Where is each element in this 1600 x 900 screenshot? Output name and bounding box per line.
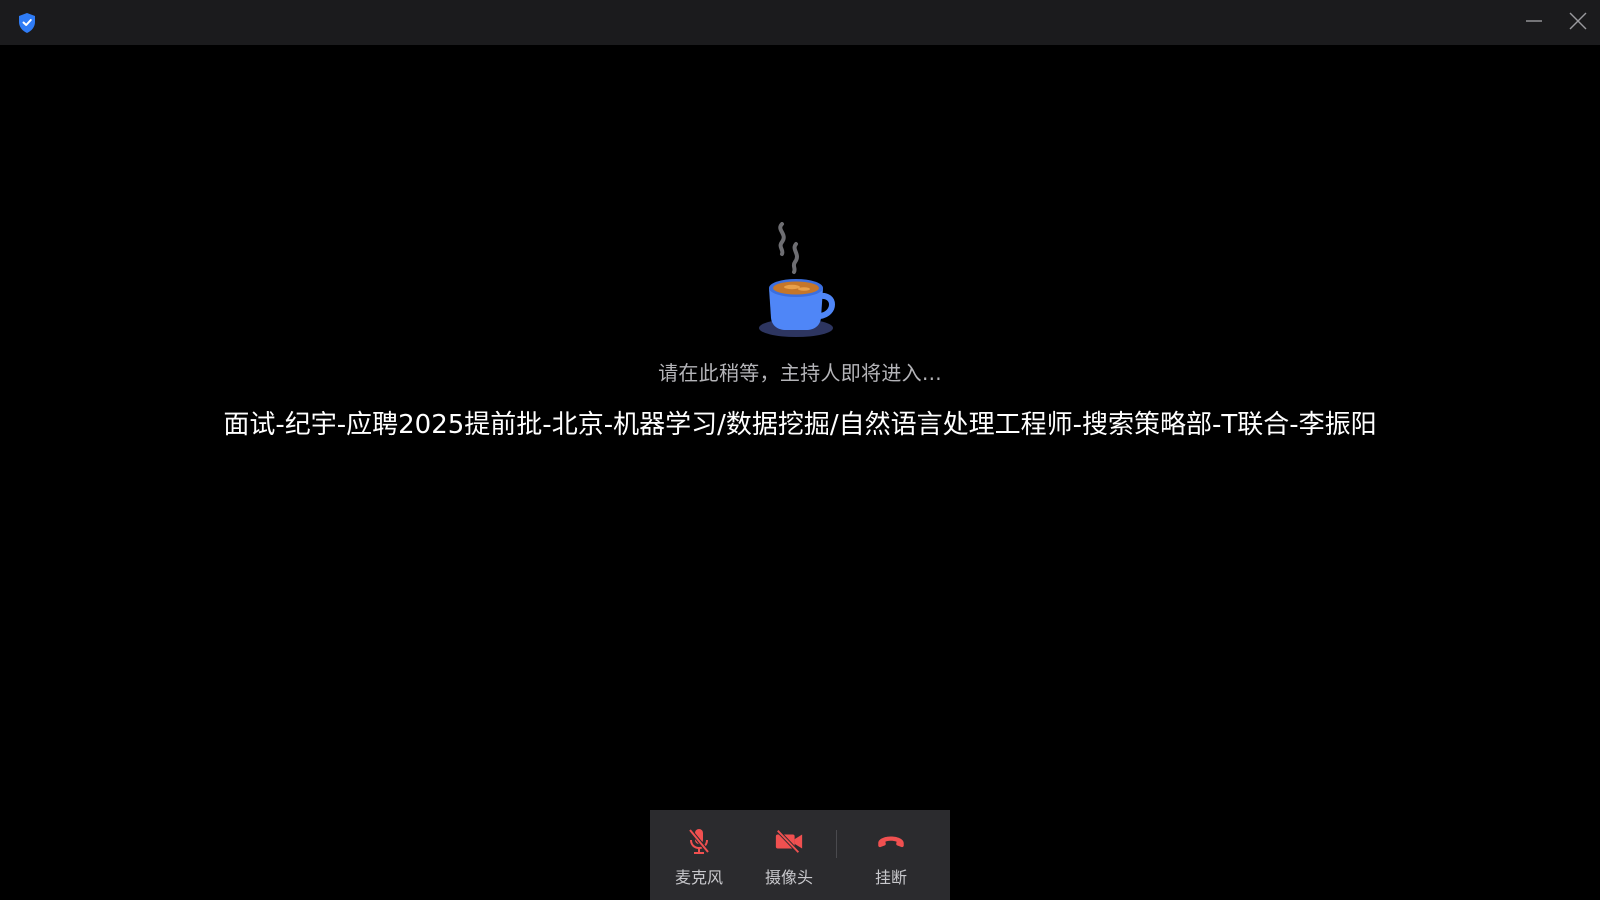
title-bar bbox=[0, 0, 1600, 45]
hang-up-button[interactable]: 挂断 bbox=[860, 810, 922, 900]
close-icon bbox=[1569, 12, 1587, 34]
coffee-cup-icon bbox=[756, 222, 836, 338]
hang-up-label: 挂断 bbox=[874, 868, 907, 887]
window-controls bbox=[1512, 0, 1600, 45]
mic-muted-icon bbox=[684, 826, 714, 856]
microphone-button[interactable]: 麦克风 bbox=[668, 810, 730, 900]
camera-off-icon bbox=[774, 826, 804, 856]
minimize-icon bbox=[1525, 12, 1543, 34]
meeting-window: 请在此稍等，主持人即将进入... 面试-纪宇-应聘2025提前批-北京-机器学习… bbox=[0, 0, 1600, 900]
hang-up-icon bbox=[876, 826, 906, 856]
camera-label: 摄像头 bbox=[764, 868, 813, 887]
minimize-button[interactable] bbox=[1512, 0, 1556, 45]
close-button[interactable] bbox=[1556, 0, 1600, 45]
microphone-label: 麦克风 bbox=[674, 868, 723, 887]
meeting-title: 面试-纪宇-应聘2025提前批-北京-机器学习/数据挖掘/自然语言处理工程师-搜… bbox=[223, 410, 1377, 440]
waiting-message: 请在此稍等，主持人即将进入... bbox=[658, 361, 942, 385]
meeting-toolbar: 麦克风 摄像头 挂断 bbox=[650, 810, 950, 900]
toolbar-divider bbox=[836, 830, 837, 858]
shield-check-icon bbox=[16, 12, 38, 34]
camera-button[interactable]: 摄像头 bbox=[758, 810, 820, 900]
